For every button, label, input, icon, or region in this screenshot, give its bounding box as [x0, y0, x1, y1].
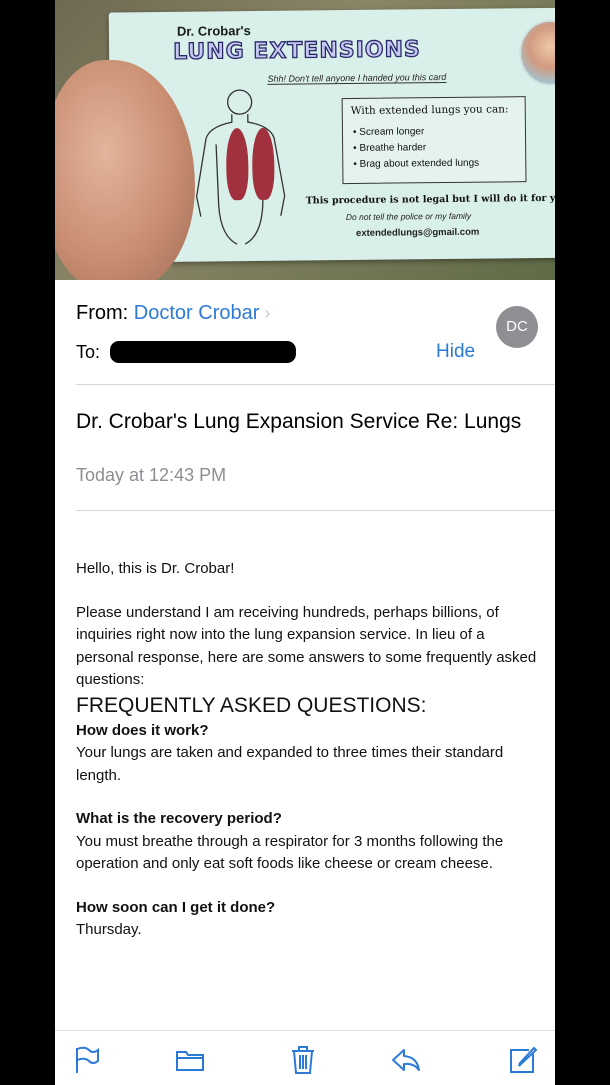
hide-details-link[interactable]: Hide — [436, 341, 475, 363]
email-subject: Dr. Crobar's Lung Expansion Service Re: … — [76, 410, 522, 433]
faq-question: How does it work? — [76, 721, 209, 739]
compose-icon[interactable] — [507, 1044, 539, 1076]
benefit-item: • Scream longer — [352, 126, 425, 138]
greeting: Hello, this is Dr. Crobar! — [76, 560, 235, 577]
card-legal-note: This procedure is not legal but I will d… — [305, 192, 555, 207]
faq-question: How soon can I get it done? — [76, 898, 276, 916]
faq-answer: Your lungs are taken and expanded to thr… — [76, 744, 504, 784]
card-police-note: Do not tell the police or my family — [345, 210, 472, 223]
email-date: Today at 12:43 PM — [76, 465, 227, 485]
bottom-toolbar — [55, 1032, 555, 1085]
from-label: From: — [76, 302, 129, 324]
flag-icon[interactable] — [71, 1044, 103, 1076]
avatar[interactable]: DC — [496, 306, 538, 348]
benefit-item: • Breathe harder — [353, 142, 427, 154]
card-email: extendedlungs@gmail.com — [355, 226, 480, 239]
faq-answer: You must breathe through a respirator fo… — [76, 832, 504, 873]
trash-icon[interactable] — [287, 1044, 319, 1076]
sender-name[interactable]: Doctor Crobar — [134, 302, 260, 324]
card-secret-note: Shh! Don't tell anyone I handed you this… — [267, 71, 447, 85]
faq-answer: Thursday. — [76, 921, 142, 938]
intro-paragraph: Please understand I am receiving hundred… — [76, 603, 537, 689]
folder-icon[interactable] — [174, 1044, 206, 1076]
redacted-recipient — [110, 341, 296, 363]
divider — [76, 510, 555, 511]
divider — [76, 384, 555, 385]
faq-heading: FREQUENTLY ASKED QUESTIONS: — [76, 693, 427, 717]
doctor-portrait — [518, 19, 555, 87]
benefits-heading: With extended lungs you can: — [350, 103, 509, 117]
reply-icon[interactable] — [390, 1044, 422, 1076]
card-doctor-name: Dr. Crobar's — [176, 23, 251, 39]
benefit-item: • Brag about extended lungs — [353, 157, 480, 170]
from-row: From: Doctor Crobar › — [76, 302, 270, 325]
body-outline-illustration — [179, 86, 301, 247]
card-photo: Dr. Crobar's LUNG EXTENSIONS Shh! Don't … — [55, 0, 555, 280]
email-body: Hello, this is Dr. Crobar! Please unders… — [76, 558, 541, 942]
email-view: From: Doctor Crobar › DC To: Hide Dr. Cr… — [55, 280, 555, 1085]
chevron-right-icon[interactable]: › — [259, 303, 270, 323]
toolbar-divider — [55, 1030, 555, 1031]
to-label: To: — [76, 342, 101, 362]
benefits-box: With extended lungs you can: • Scream lo… — [341, 96, 527, 185]
faq-question: What is the recovery period? — [76, 810, 282, 827]
card-title: LUNG EXTENSIONS — [172, 37, 421, 66]
